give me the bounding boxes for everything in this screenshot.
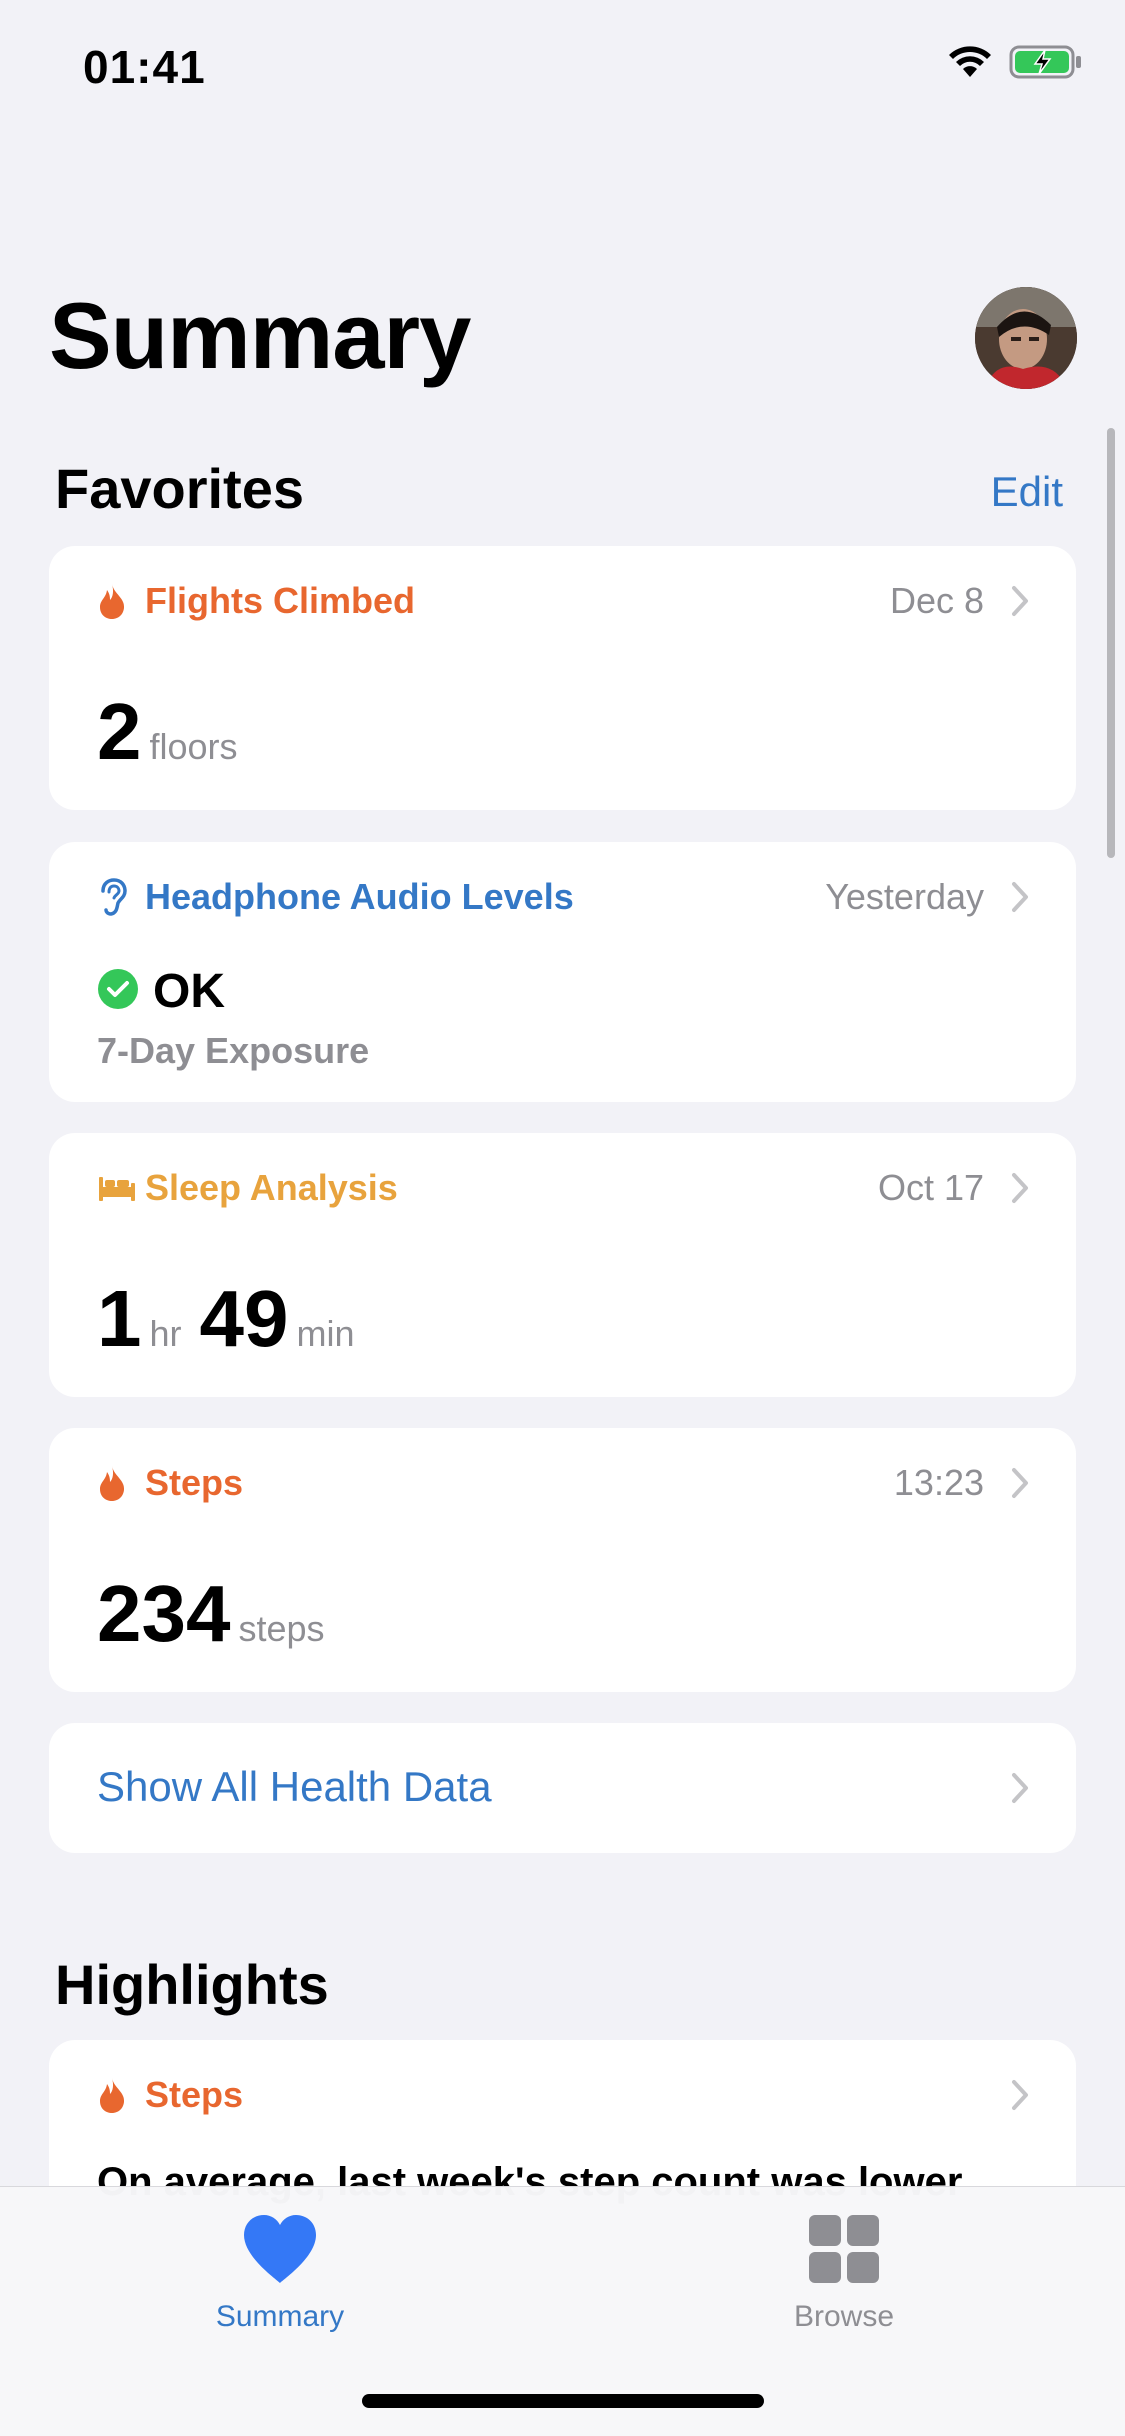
wifi-icon xyxy=(947,45,993,84)
scroll-indicator[interactable] xyxy=(1107,428,1115,858)
checkmark-circle-icon xyxy=(97,968,139,1015)
card-title: Steps xyxy=(145,2074,244,2115)
health-summary-screen: 01:41 Summary Favorites Edit Flights Cli… xyxy=(0,0,1125,2436)
card-header: Headphone Audio Levels Yesterday xyxy=(97,872,1030,922)
sleep-hours: 1 xyxy=(97,1274,142,1363)
chevron-right-icon xyxy=(1010,1771,1030,1805)
battery-charging-icon xyxy=(1009,44,1083,85)
card-title: Steps xyxy=(145,1462,244,1503)
flame-icon xyxy=(97,2073,137,2117)
home-indicator[interactable] xyxy=(362,2394,764,2408)
edit-favorites-button[interactable]: Edit xyxy=(991,468,1063,516)
tab-summary[interactable]: Summary xyxy=(170,2213,390,2334)
card-date: 13:23 xyxy=(893,1462,984,1503)
card-date: Dec 8 xyxy=(889,580,984,621)
chevron-right-icon xyxy=(1010,584,1030,618)
headphone-audio-card[interactable]: Headphone Audio Levels Yesterday OK 7-Da… xyxy=(49,842,1076,1102)
audio-status: OK xyxy=(97,964,225,1019)
tab-browse[interactable]: Browse xyxy=(734,2213,954,2334)
grid-icon xyxy=(807,2213,881,2290)
chevron-right-icon xyxy=(1010,1171,1030,1205)
flame-icon xyxy=(97,1461,137,1505)
steps-value: 234 steps xyxy=(97,1568,343,1660)
sleep-minutes-unit: min xyxy=(296,1313,355,1354)
page-title: Summary xyxy=(49,283,471,388)
ear-icon xyxy=(97,875,137,919)
show-all-label: Show All Health Data xyxy=(97,1763,492,1810)
card-date: Oct 17 xyxy=(877,1167,984,1208)
card-value: 2 floors xyxy=(97,686,256,778)
flights-unit: floors xyxy=(149,726,238,767)
card-header: Flights Climbed Dec 8 xyxy=(97,576,1030,626)
steps-unit: steps xyxy=(238,1608,325,1649)
card-title: Sleep Analysis xyxy=(145,1167,398,1208)
audio-status-text: OK xyxy=(153,965,225,1018)
card-title: Flights Climbed xyxy=(145,580,415,621)
card-date: Yesterday xyxy=(825,876,984,917)
flights-value: 2 xyxy=(97,687,142,776)
tab-label: Browse xyxy=(793,2300,895,2333)
status-bar: 01:41 xyxy=(0,0,1125,140)
card-header: Sleep Analysis Oct 17 xyxy=(97,1163,1030,1213)
steps-card[interactable]: Steps 13:23 234 steps xyxy=(49,1428,1076,1692)
highlights-header: Highlights xyxy=(55,1953,329,2016)
favorites-header: Favorites xyxy=(55,457,304,520)
sleep-value: 1 hr 49 min xyxy=(97,1273,373,1365)
heart-icon xyxy=(240,2213,320,2290)
flights-climbed-card[interactable]: Flights Climbed Dec 8 2 floors xyxy=(49,546,1076,810)
card-header: Steps xyxy=(97,2070,1030,2120)
chevron-right-icon xyxy=(1010,1466,1030,1500)
card-header: Steps 13:23 xyxy=(97,1458,1030,1508)
status-time: 01:41 xyxy=(83,41,206,93)
sleep-minutes: 49 xyxy=(199,1274,289,1363)
flame-icon xyxy=(97,579,137,623)
steps-count: 234 xyxy=(97,1569,231,1658)
status-icons xyxy=(947,44,1083,85)
sleep-hours-unit: hr xyxy=(149,1313,182,1354)
chevron-right-icon xyxy=(1010,2078,1030,2112)
audio-subtitle: 7-Day Exposure xyxy=(97,1030,370,1071)
show-all-health-data-button[interactable]: Show All Health Data xyxy=(49,1723,1076,1853)
profile-avatar[interactable] xyxy=(975,287,1077,389)
tab-label: Summary xyxy=(215,2300,345,2333)
card-title: Headphone Audio Levels xyxy=(145,876,574,917)
bed-icon xyxy=(97,1166,137,1210)
chevron-right-icon xyxy=(1010,880,1030,914)
sleep-analysis-card[interactable]: Sleep Analysis Oct 17 1 hr 49 min xyxy=(49,1133,1076,1397)
